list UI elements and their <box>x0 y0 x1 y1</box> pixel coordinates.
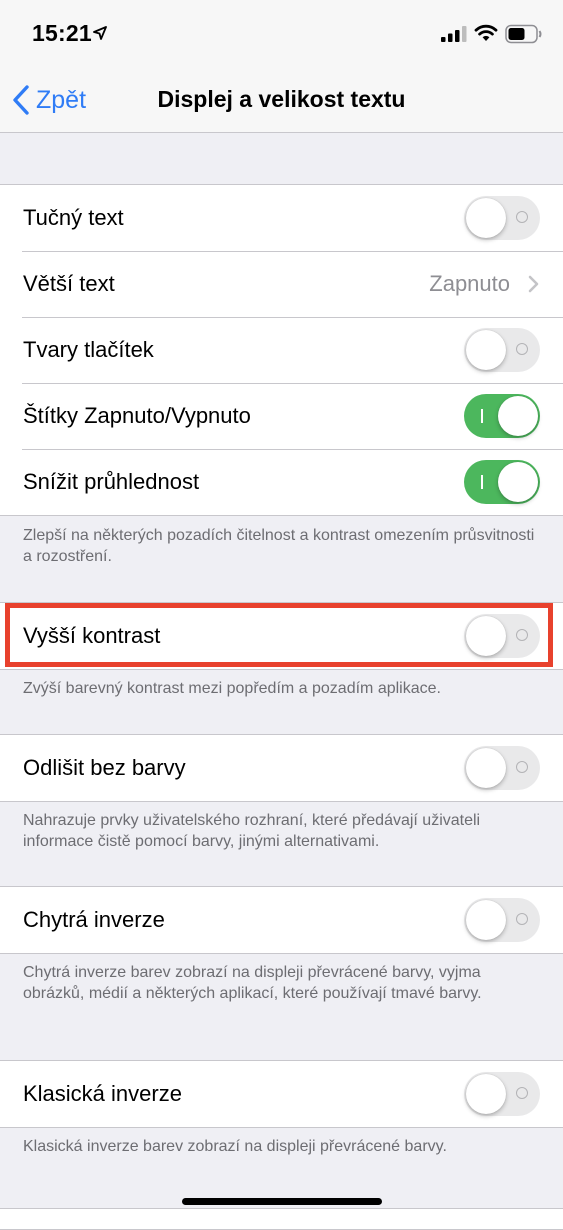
increase-contrast-footer: Zvýší barevný kontrast mezi popředím a p… <box>23 680 441 697</box>
row-increase-contrast: Vyšší kontrast <box>0 603 563 669</box>
differentiate-without-color-toggle[interactable] <box>464 746 540 790</box>
toggle-off-indicator-icon <box>516 913 528 925</box>
button-shapes-toggle[interactable] <box>464 328 540 372</box>
smart-invert-toggle[interactable] <box>464 898 540 942</box>
row-label: Chytrá inverze <box>23 907 165 932</box>
settings-group-next <box>0 1208 563 1230</box>
row-smart-invert: Chytrá inverze <box>0 887 563 953</box>
page-title: Displej a velikost textu <box>157 86 406 112</box>
row-label: Klasická inverze <box>23 1081 182 1106</box>
reduce-transparency-footer: Zlepší na některých pozadích čitelnost a… <box>23 527 535 565</box>
signal-icon <box>441 26 467 42</box>
differentiate-without-color-footer: Nahrazuje prvky uživatelského rozhraní, … <box>23 812 481 850</box>
toggle-knob <box>498 462 538 502</box>
battery-icon <box>505 24 542 44</box>
toggle-knob <box>466 616 506 656</box>
row-reduce-transparency: Snížit průhlednost <box>0 449 563 515</box>
toggle-knob <box>498 396 538 436</box>
toggle-off-indicator-icon <box>516 629 528 641</box>
toggle-off-indicator-icon <box>516 761 528 773</box>
toggle-off-indicator-icon <box>516 343 528 355</box>
toggle-knob <box>466 748 506 788</box>
toggle-knob <box>466 198 506 238</box>
increase-contrast-toggle[interactable] <box>464 614 540 658</box>
settings-group-classic-invert: Klasická inverze <box>0 1060 563 1128</box>
toggle-knob <box>466 330 506 370</box>
toggle-on-indicator-icon <box>481 409 483 423</box>
status-bar: 15:21 <box>0 0 563 70</box>
row-differentiate-without-color: Odlišit bez barvy <box>0 735 563 801</box>
settings-group-differentiate: Odlišit bez barvy <box>0 734 563 802</box>
row-on-off-labels: Štítky Zapnuto/Vypnuto <box>0 383 563 449</box>
navigation-bar: Zpět Displej a velikost textu <box>0 70 563 133</box>
row-label: Tvary tlačítek <box>23 337 154 362</box>
on-off-labels-toggle[interactable] <box>464 394 540 438</box>
row-label: Vyšší kontrast <box>23 623 161 648</box>
status-time: 15:21 <box>32 20 92 46</box>
settings-group-text: Tučný text Větší text Zapnuto Tvary tlač… <box>0 184 563 516</box>
row-larger-text[interactable]: Větší text Zapnuto <box>0 251 563 317</box>
smart-invert-footer: Chytrá inverze barev zobrazí na displeji… <box>23 964 482 1002</box>
row-label: Snížit průhlednost <box>23 469 200 494</box>
row-label: Větší text <box>23 271 115 296</box>
row-button-shapes: Tvary tlačítek <box>0 317 563 383</box>
row-label: Štítky Zapnuto/Vypnuto <box>23 403 251 428</box>
bold-text-toggle[interactable] <box>464 196 540 240</box>
wifi-icon <box>474 24 498 41</box>
chevron-right-icon <box>528 275 539 293</box>
location-arrow-icon <box>93 26 107 40</box>
row-label: Odlišit bez barvy <box>23 755 186 780</box>
classic-invert-toggle[interactable] <box>464 1072 540 1116</box>
row-bold-text: Tučný text <box>0 185 563 251</box>
toggle-off-indicator-icon <box>516 1087 528 1099</box>
row-classic-invert: Klasická inverze <box>0 1061 563 1127</box>
toggle-knob <box>466 1074 506 1114</box>
reduce-transparency-toggle[interactable] <box>464 460 540 504</box>
home-indicator[interactable] <box>182 1198 382 1205</box>
toggle-on-indicator-icon <box>481 475 483 489</box>
settings-group-contrast: Vyšší kontrast <box>0 602 563 670</box>
classic-invert-footer: Klasická inverze barev zobrazí na disple… <box>23 1138 447 1155</box>
settings-group-smart-invert: Chytrá inverze <box>0 886 563 954</box>
toggle-off-indicator-icon <box>516 211 528 223</box>
toggle-knob <box>466 900 506 940</box>
larger-text-value: Zapnuto <box>429 271 510 296</box>
row-label: Tučný text <box>23 205 124 230</box>
